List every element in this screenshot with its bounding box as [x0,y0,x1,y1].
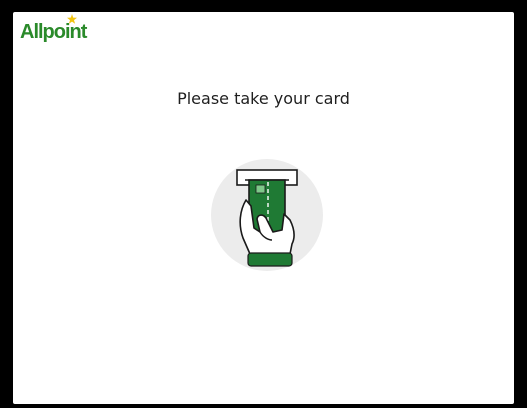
instruction-message: Please take your card [177,89,350,108]
logo-text: Allpoint [20,21,87,43]
atm-display-frame: Allpoint Please take your card [0,0,527,408]
hand-taking-card-icon [211,159,323,271]
logo-star-icon [67,14,77,24]
atm-screen: Allpoint Please take your card [13,12,514,404]
allpoint-logo: Allpoint [20,14,87,43]
